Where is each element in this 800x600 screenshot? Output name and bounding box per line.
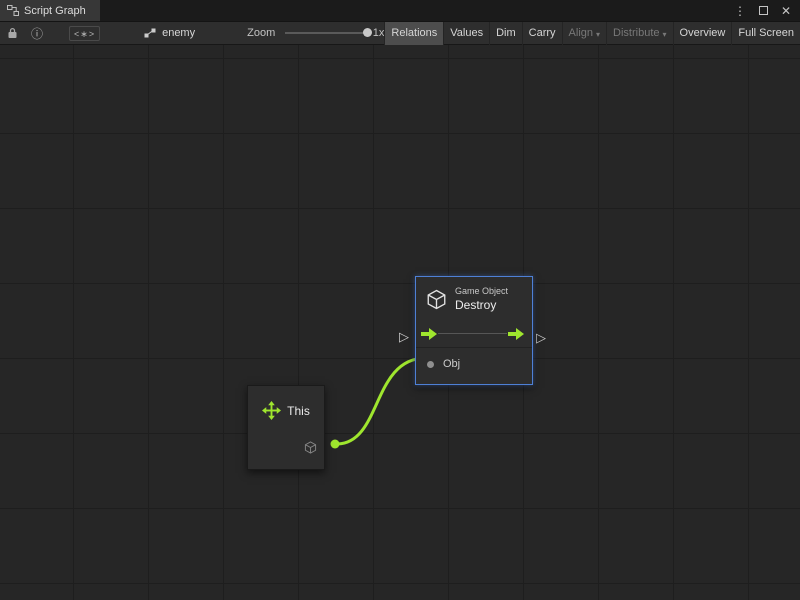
obj-input-port[interactable] [427,361,434,368]
tab-bar: Script Graph ⋮ ✕ [0,0,800,22]
obj-input-row: Obj [416,347,532,380]
script-graph-icon [7,5,19,16]
info-icon[interactable]: ⓘ [31,25,43,42]
align-button-label: Align [569,27,593,39]
flow-line [438,333,507,334]
control-output-port[interactable] [508,327,525,341]
tab-script-graph[interactable]: Script Graph [0,0,100,21]
control-flow-row [416,320,532,347]
game-object-cube-icon [426,289,447,310]
carry-button-label: Carry [529,27,556,39]
align-button[interactable]: Align▾ [562,22,606,45]
values-button[interactable]: Values [443,22,489,45]
control-input-port[interactable] [421,327,438,341]
toolbar-buttons: Relations Values Dim Carry Align▾ Distri… [384,22,800,45]
cube-icon [304,441,317,454]
graph-toolbar: ⓘ <∗> enemy Zoom 1x Relations Values Dim… [0,22,800,45]
distribute-button[interactable]: Distribute ▾ [606,22,672,45]
this-output-port[interactable] [331,440,340,449]
node-destroy-titles: Game Object Destroy [455,286,508,312]
window-menu-icon[interactable]: ⋮ [734,5,746,17]
full-screen-button-label: Full Screen [738,27,794,39]
game-object-output[interactable] [304,441,317,459]
node-this[interactable]: This [247,385,325,470]
graph-canvas[interactable]: ▷ ▷ This [0,45,800,600]
zoom-label: Zoom [247,27,275,39]
breadcrumb-graph[interactable]: enemy [144,27,195,39]
overview-button-label: Overview [680,27,726,39]
full-screen-button[interactable]: Full Screen [731,22,800,45]
window-controls: ⋮ ✕ [734,0,800,21]
tab-title: Script Graph [24,5,86,17]
relations-button[interactable]: Relations [384,22,443,45]
connection-wire-layer [0,45,800,600]
zoom-value: 1x [373,27,385,39]
maximize-icon[interactable] [759,6,768,15]
relations-button-label: Relations [391,27,437,39]
node-this-header: This [248,386,324,420]
dim-button-label: Dim [496,27,516,39]
script-graph-window: Script Graph ⋮ ✕ ⓘ <∗> enemy Zoom 1x Rel… [0,0,800,600]
zoom-slider-handle[interactable] [363,28,372,37]
node-this-label: This [287,404,310,418]
zoom-slider[interactable] [285,26,365,40]
dim-button[interactable]: Dim [489,22,522,45]
node-destroy[interactable]: Game Object Destroy [415,276,533,385]
zoom-slider-track [285,32,365,34]
node-destroy-header: Game Object Destroy [416,277,532,320]
graph-name: enemy [162,27,195,39]
move-arrows-icon [262,401,281,420]
close-icon[interactable]: ✕ [781,5,791,17]
distribute-button-label: Distribute [613,27,659,39]
connection-wire[interactable] [338,358,426,444]
carry-button[interactable]: Carry [522,22,562,45]
values-button-label: Values [450,27,483,39]
node-destroy-title: Destroy [455,298,508,312]
lock-icon[interactable] [7,27,18,39]
flow-continuation-right-icon: ▷ [536,331,546,344]
chevron-down-icon: ▾ [596,30,600,39]
overview-button[interactable]: Overview [673,22,732,45]
node-destroy-category: Game Object [455,286,508,296]
flow-continuation-left-icon: ▷ [399,330,409,343]
code-view-icon[interactable]: <∗> [69,26,100,41]
obj-input-label: Obj [443,358,460,370]
chevron-down-icon: ▾ [663,30,667,39]
graph-asset-icon [144,28,156,38]
